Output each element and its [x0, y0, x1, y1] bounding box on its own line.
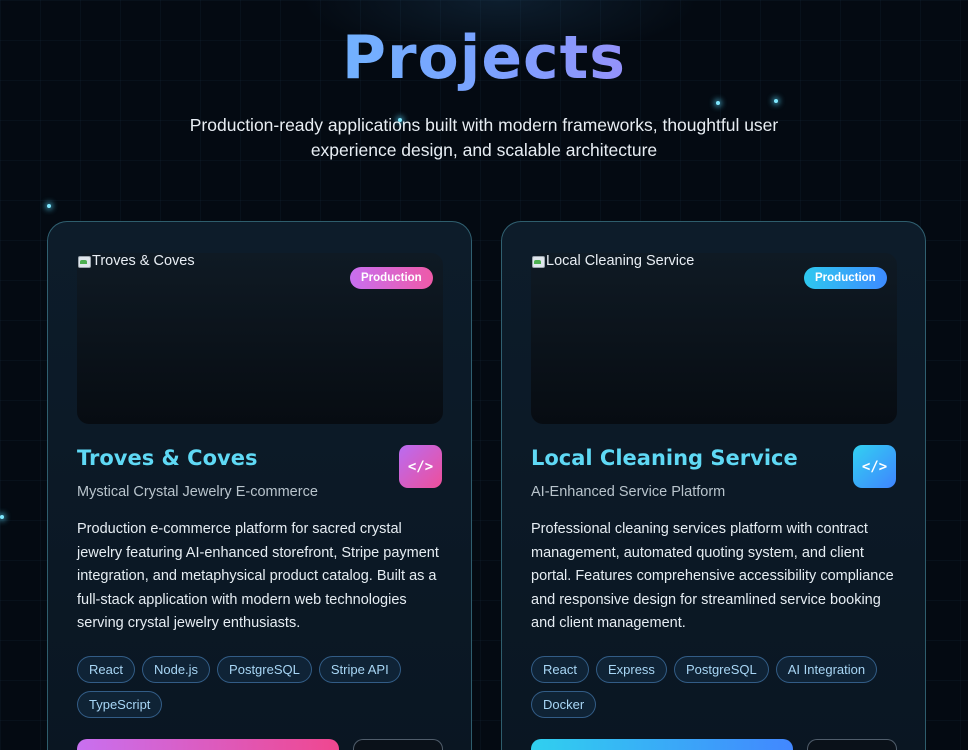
tech-tag: TypeScript: [77, 691, 163, 718]
image-alt-text: Local Cleaning Service: [531, 253, 694, 269]
project-description: Production e-commerce platform for sacre…: [77, 521, 439, 631]
project-title: Troves & Coves: [77, 446, 258, 470]
source-code-button[interactable]: [807, 739, 897, 750]
project-description: Professional cleaning services platform …: [531, 521, 894, 631]
project-card: Local Cleaning Service Production Local …: [501, 221, 926, 750]
tech-tag: Docker: [531, 691, 597, 718]
image-alt-label: Troves & Coves: [92, 253, 195, 269]
status-badge: Production: [804, 267, 887, 289]
sparkle-decoration: [774, 99, 778, 103]
code-icon[interactable]: </>: [399, 445, 442, 488]
tech-tags: React Express PostgreSQL AI Integration …: [531, 656, 903, 718]
view-project-button[interactable]: [77, 739, 339, 750]
status-badge: Production: [350, 267, 433, 289]
sparkle-decoration: [47, 204, 51, 208]
tech-tag: React: [77, 656, 135, 683]
project-subtitle: Mystical Crystal Jewelry E-commerce: [77, 484, 318, 500]
tech-tag: PostgreSQL: [673, 656, 769, 683]
view-project-button[interactable]: [531, 739, 793, 750]
tech-tag: React: [531, 656, 589, 683]
project-subtitle: AI-Enhanced Service Platform: [531, 484, 726, 500]
code-icon[interactable]: </>: [853, 445, 896, 488]
tech-tag: Node.js: [141, 656, 211, 683]
project-card: Troves & Coves Production Troves & Coves…: [47, 221, 472, 750]
sparkle-decoration: [0, 515, 4, 519]
tech-tags: React Node.js PostgreSQL Stripe API Type…: [77, 656, 449, 718]
page-subtitle: Production-ready applications built with…: [189, 115, 779, 160]
tech-tag: Stripe API: [318, 656, 401, 683]
broken-image-icon: [77, 254, 91, 268]
sparkle-decoration: [716, 101, 720, 105]
tech-tag: PostgreSQL: [217, 656, 312, 683]
image-alt-text: Troves & Coves: [77, 253, 195, 269]
image-alt-label: Local Cleaning Service: [546, 253, 695, 269]
page-title: Projects: [0, 22, 968, 94]
tech-tag: Express: [595, 656, 667, 683]
tech-tag: AI Integration: [775, 656, 878, 683]
project-title: Local Cleaning Service: [531, 446, 798, 470]
broken-image-icon: [531, 254, 545, 268]
source-code-button[interactable]: [353, 739, 443, 750]
